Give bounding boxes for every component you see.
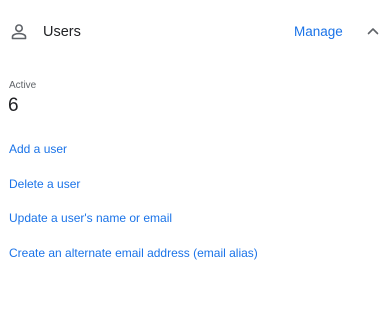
add-user-link[interactable]: Add a user: [9, 141, 67, 157]
card-title: Users: [43, 24, 81, 40]
chevron-up-icon[interactable]: [364, 22, 382, 40]
delete-user-link[interactable]: Delete a user: [9, 176, 80, 192]
users-card: Users Manage Active 6 Add a user Delete …: [0, 0, 392, 326]
card-header: Users Manage: [0, 14, 392, 50]
manage-link[interactable]: Manage: [294, 23, 343, 41]
person-outline-icon: [11, 24, 27, 40]
create-email-alias-link[interactable]: Create an alternate email address (email…: [9, 245, 258, 261]
active-users-count: 6: [8, 95, 19, 116]
update-user-link[interactable]: Update a user's name or email: [9, 210, 172, 226]
active-users-label: Active: [9, 80, 37, 91]
